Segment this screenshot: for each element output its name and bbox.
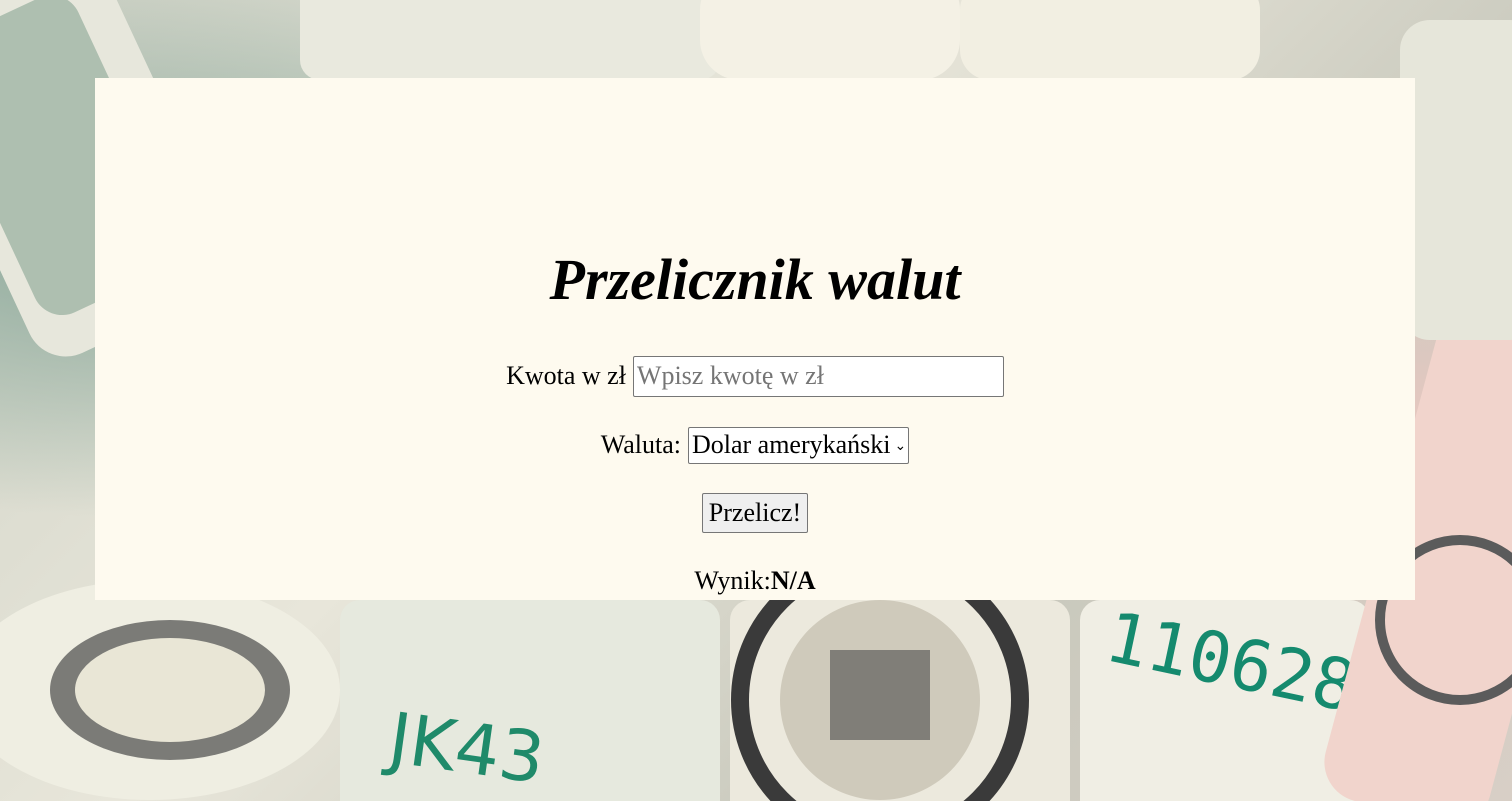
result-row: Wynik: N/A [95, 563, 1415, 599]
amount-input[interactable] [632, 355, 1004, 397]
page-title: Przelicznik walut [549, 247, 961, 312]
currency-row: Waluta: Dolar amerykański ⌄ [95, 426, 1415, 464]
result-value: N/A [770, 566, 816, 595]
converter-card: Przelicznik walut Kwota w zł Waluta: Dol… [95, 78, 1415, 600]
currency-label: Waluta: [600, 430, 681, 459]
currency-selected-value: Dolar amerykański [691, 430, 891, 459]
result-label: Wynik: [694, 566, 771, 595]
button-row: Przelicz! [95, 493, 1415, 533]
amount-label: Kwota w zł [506, 361, 626, 390]
chevron-down-icon: ⌄ [894, 438, 907, 454]
convert-button[interactable]: Przelicz! [701, 493, 809, 533]
currency-select[interactable]: Dolar amerykański ⌄ [687, 426, 910, 464]
amount-row: Kwota w zł [95, 355, 1415, 397]
